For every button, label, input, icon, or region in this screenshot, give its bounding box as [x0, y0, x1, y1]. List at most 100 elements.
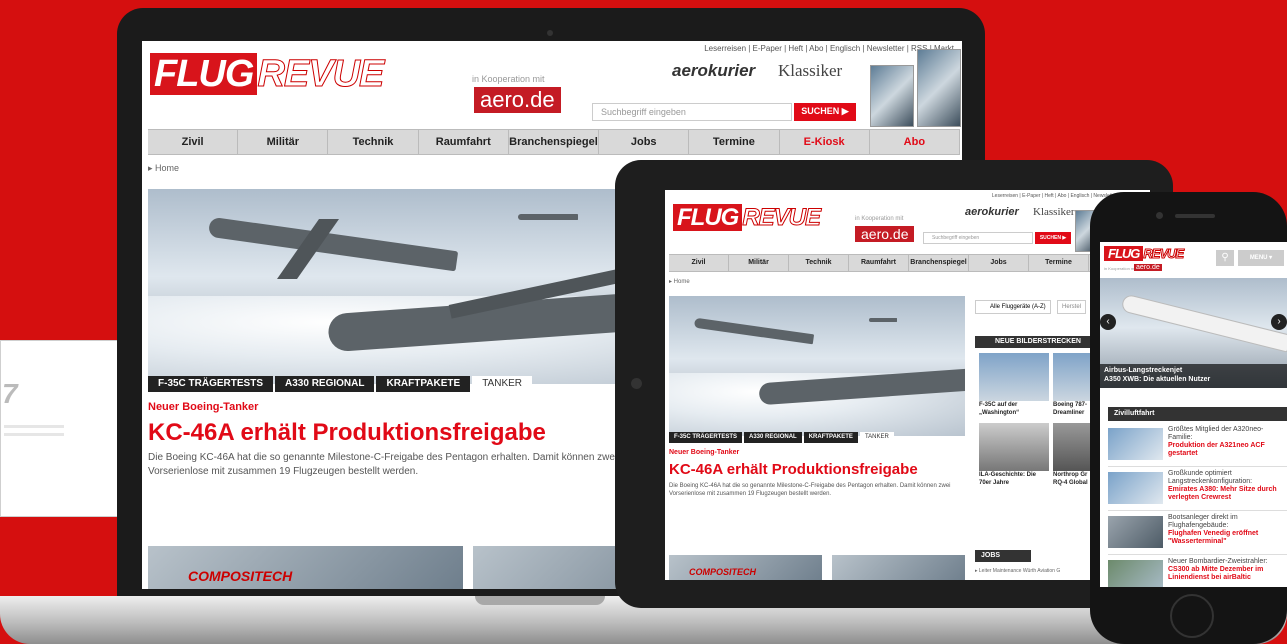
- nav-item-abo[interactable]: Abo: [870, 130, 960, 154]
- aero-logo[interactable]: aero.de: [1134, 264, 1162, 271]
- slider-prev-icon[interactable]: ‹: [1100, 314, 1116, 330]
- list-item-intro: Neuer Bombardier-Zweistrahler:: [1168, 558, 1268, 565]
- phone-home-button[interactable]: [1170, 594, 1214, 638]
- list-item-text: Größtes Mitglied der A320neo-Familie: Pro…: [1168, 426, 1285, 458]
- hero-image[interactable]: [669, 296, 965, 436]
- list-item[interactable]: Bootsanleger direkt im Flughafengebäude:…: [1108, 512, 1287, 555]
- gallery-image: [979, 353, 1049, 401]
- thumbnail-compositech[interactable]: COMPOSITECH: [669, 555, 822, 580]
- tanker-plane: [693, 317, 815, 345]
- hero-tabs: F-35C TRÄGERTESTS A330 REGIONAL KRAFTPAK…: [669, 432, 896, 443]
- nav-item-jobs[interactable]: Jobs: [599, 130, 690, 154]
- background-logo-fragment: 7: [2, 378, 18, 409]
- gallery-item[interactable]: Northrop Gr RQ-4 Global: [1053, 423, 1093, 489]
- logo-part-flug: FLUG: [1104, 246, 1144, 261]
- aerokurier-logo[interactable]: aerokurier: [965, 206, 1019, 218]
- thumbnail-compositech[interactable]: COMPOSITECH: [148, 546, 463, 589]
- nav-item-termine[interactable]: Termine: [1029, 255, 1089, 271]
- gallery-image: [1053, 423, 1093, 471]
- magazine-cover-icon[interactable]: [917, 49, 961, 127]
- gallery-image: [1053, 353, 1093, 401]
- tab-tanker[interactable]: TANKER: [859, 432, 894, 443]
- article-headline[interactable]: KC-46A erhält Produktionsfreigabe: [669, 461, 918, 478]
- laptop-camera: [547, 30, 553, 36]
- list-item-intro: Größtes Mitglied der A320neo-Familie:: [1168, 426, 1264, 441]
- site-logo[interactable]: FLUG REVUE: [1104, 246, 1185, 262]
- search-icon[interactable]: ⚲: [1216, 250, 1234, 266]
- search-button[interactable]: SUCHEN ▶: [794, 103, 856, 121]
- aero-logo[interactable]: aero.de: [855, 226, 915, 242]
- breadcrumb[interactable]: ▸ Home: [669, 278, 690, 285]
- aero-logo[interactable]: aero.de: [474, 87, 561, 113]
- nav-item-technik[interactable]: Technik: [789, 255, 849, 271]
- gallery-item[interactable]: F-35C auf der „Washington“: [979, 353, 1049, 419]
- nav-item-technik[interactable]: Technik: [328, 130, 419, 154]
- search-input[interactable]: Suchbegriff eingeben: [592, 103, 792, 121]
- klassiker-logo[interactable]: Klassiker: [1033, 206, 1075, 218]
- nav-item-militaer[interactable]: Militär: [729, 255, 789, 271]
- a350-plane: [1120, 293, 1287, 353]
- menu-button[interactable]: MENU ▾: [1238, 250, 1284, 266]
- nav-item-zivil[interactable]: Zivil: [148, 130, 239, 154]
- cooperation-label: in Kooperation mit: [1104, 266, 1137, 271]
- tab-a330[interactable]: A330 REGIONAL: [744, 432, 802, 443]
- jobs-header: JOBS: [975, 550, 1031, 562]
- aircraft-az-button[interactable]: Alle Fluggeräte (A-Z): [975, 300, 1051, 314]
- phone-camera: [1156, 212, 1163, 219]
- logo-part-revue: REVUE: [1143, 246, 1185, 262]
- hero-tabs: F-35C TRÄGERTESTS A330 REGIONAL KRAFTPAK…: [148, 376, 534, 392]
- nav-item-militaer[interactable]: Militär: [238, 130, 329, 154]
- list-item[interactable]: Größtes Mitglied der A320neo-Familie: Pro…: [1108, 424, 1287, 467]
- phone-slider[interactable]: ‹ › Airbus-Langstreckenjet A350 XWB: Die…: [1100, 278, 1287, 388]
- main-nav: Zivil Militär Technik Raumfahrt Branchen…: [669, 254, 1149, 272]
- slide-caption: Airbus-Langstreckenjet A350 XWB: Die akt…: [1100, 364, 1287, 388]
- section-header: Zivilluftfahrt: [1108, 407, 1287, 421]
- manufacturer-button[interactable]: Herstel: [1057, 300, 1087, 314]
- site-logo[interactable]: FLUG REVUE: [673, 204, 822, 232]
- magazine-cover-icon[interactable]: [870, 65, 914, 127]
- tab-kraftpakete[interactable]: KRAFTPAKETE: [803, 432, 858, 443]
- gallery-item[interactable]: Boeing 787-Dreamliner: [1053, 353, 1093, 419]
- article-kicker: Neuer Boeing-Tanker: [148, 401, 259, 413]
- tab-a330[interactable]: A330 REGIONAL: [275, 376, 375, 392]
- cooperation-label: in Kooperation mit: [472, 74, 545, 84]
- breadcrumb[interactable]: ▸ Home: [148, 163, 179, 174]
- article-teaser: Die Boeing KC-46A hat die so genannte Mi…: [148, 452, 618, 477]
- tab-f35c[interactable]: F-35C TRÄGERTESTS: [669, 432, 743, 443]
- job-link[interactable]: ▸ Leiter Maintenance Würth Aviation G: [975, 568, 1060, 574]
- tablet-screen: Leserreisen | E-Paper | Heft | Abo | Eng…: [665, 190, 1150, 580]
- article-headline[interactable]: KC-46A erhält Produktionsfreigabe: [148, 419, 546, 447]
- gallery-item[interactable]: ILA-Geschichte: Die 70er Jahre: [979, 423, 1049, 489]
- list-item-text: Bootsanleger direkt im Flughafengebäude:…: [1168, 514, 1285, 546]
- list-item[interactable]: Großkunde optimiert Langstreckenkonfigur…: [1108, 468, 1287, 511]
- site-logo[interactable]: FLUG REVUE: [150, 53, 385, 96]
- cooperation-label: in Kooperation mit: [855, 216, 904, 222]
- tab-tanker[interactable]: TANKER: [472, 376, 533, 392]
- gallery-caption: Boeing 787-Dreamliner: [1053, 402, 1088, 416]
- nav-item-raumfahrt[interactable]: Raumfahrt: [849, 255, 909, 271]
- list-item[interactable]: Neuer Bombardier-Zweistrahler: CS300 ab M…: [1108, 556, 1287, 587]
- nav-item-ekiosk[interactable]: E-Kiosk: [780, 130, 870, 154]
- gallery-image: [979, 423, 1049, 471]
- aerokurier-logo[interactable]: aerokurier: [672, 61, 755, 81]
- tablet-home-button[interactable]: [631, 378, 642, 389]
- list-item-text: Großkunde optimiert Langstreckenkonfigur…: [1168, 470, 1285, 502]
- nav-item-termine[interactable]: Termine: [689, 130, 780, 154]
- search-input[interactable]: Suchbegriff eingeben: [923, 232, 1033, 244]
- phone-screen: FLUG REVUE in Kooperation mit aero.de ⚲ M…: [1100, 242, 1287, 587]
- list-item-image: [1108, 560, 1163, 587]
- slider-next-icon[interactable]: ›: [1271, 314, 1287, 330]
- klassiker-logo[interactable]: Klassiker: [778, 61, 842, 81]
- tab-f35c[interactable]: F-35C TRÄGERTESTS: [148, 376, 274, 392]
- nav-item-zivil[interactable]: Zivil: [669, 255, 729, 271]
- nav-item-jobs[interactable]: Jobs: [969, 255, 1029, 271]
- list-item-image: [1108, 428, 1163, 460]
- tab-kraftpakete[interactable]: KRAFTPAKETE: [376, 376, 471, 392]
- thumbnail-image[interactable]: [832, 555, 965, 580]
- search-button[interactable]: SUCHEN ▶: [1035, 232, 1071, 244]
- nav-item-raumfahrt[interactable]: Raumfahrt: [419, 130, 509, 154]
- fighter-jet: [869, 318, 897, 322]
- nav-item-branchenspiegel[interactable]: Branchenspiegel: [909, 255, 969, 271]
- nav-item-branchenspiegel[interactable]: Branchenspiegel: [509, 130, 600, 154]
- laptop-notch: [475, 596, 605, 605]
